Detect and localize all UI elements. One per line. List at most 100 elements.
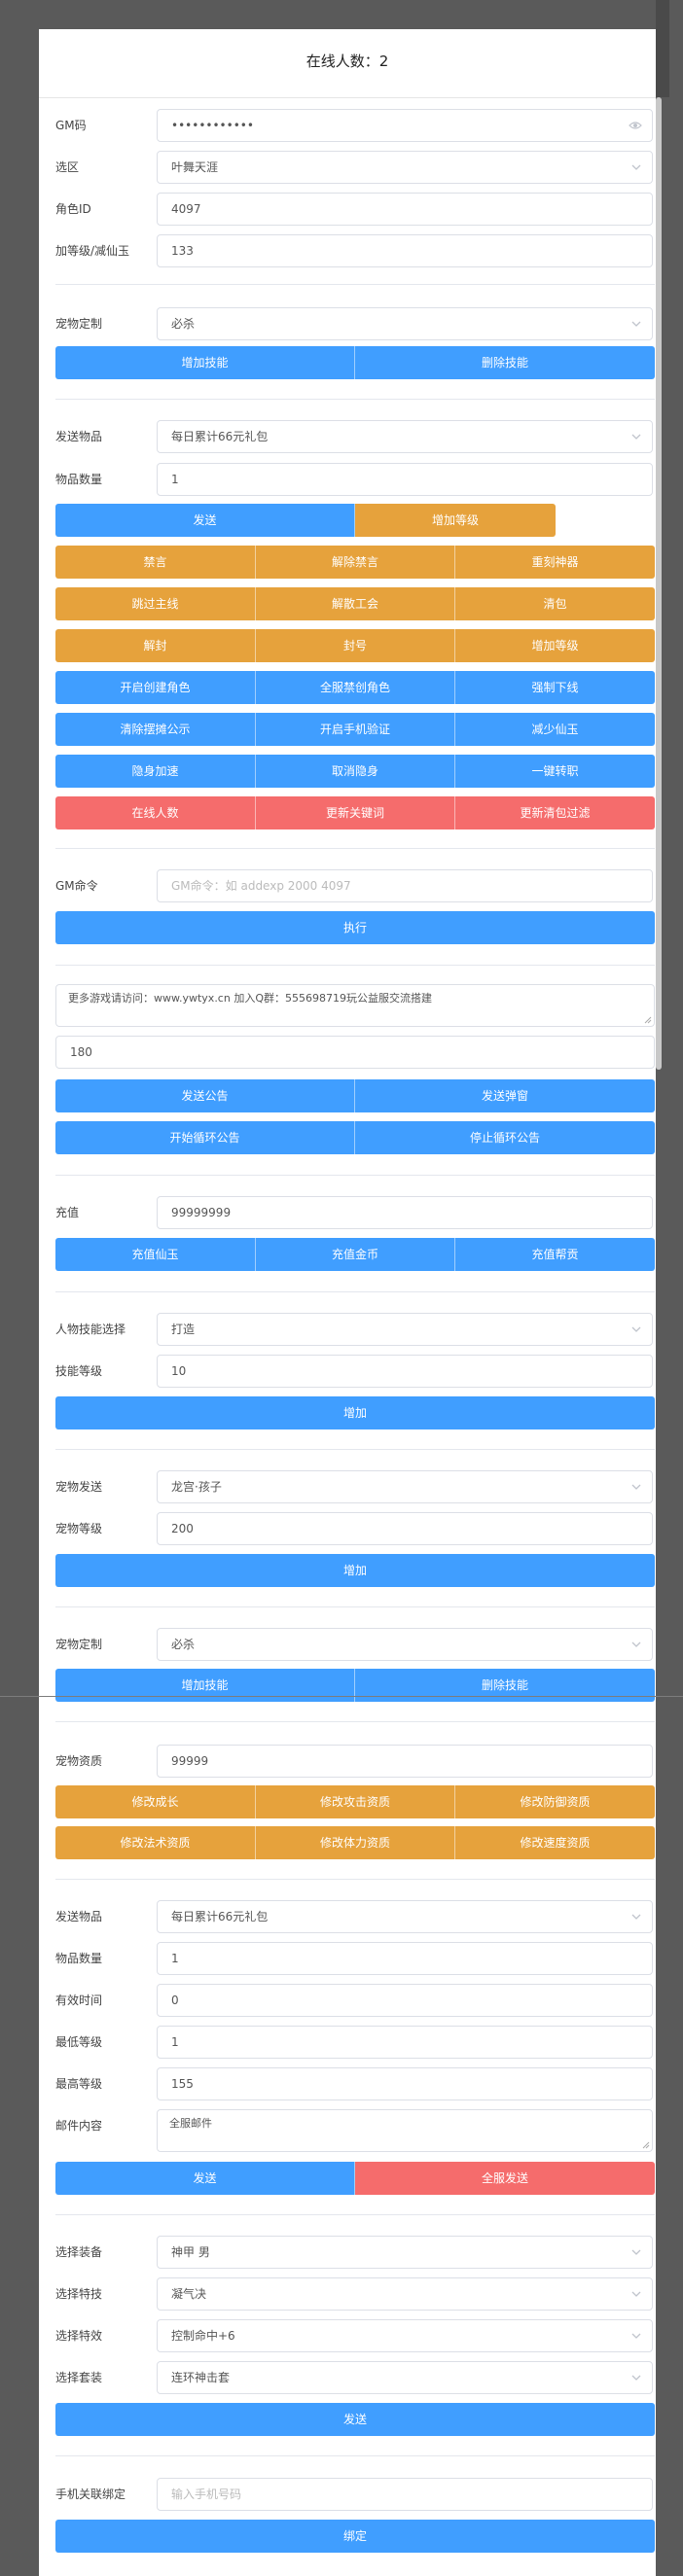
action-row-4: 开启创建角色 全服禁创角色 强制下线 [55, 671, 655, 704]
enable-phone-verify-button[interactable]: 开启手机验证 [256, 713, 455, 746]
mail-valid-input[interactable]: 0 [157, 1984, 653, 2017]
zone-select[interactable]: 叶舞天涯 [157, 151, 653, 184]
equip-set-label: 选择套装 [55, 2371, 103, 2384]
send-mail-button[interactable]: 发送 [55, 2162, 355, 2195]
section-divider [55, 1449, 655, 1450]
role-id-input[interactable]: 4097 [157, 193, 653, 226]
send-notice-button[interactable]: 发送公告 [55, 1079, 355, 1112]
mail-max-input[interactable]: 155 [157, 2067, 653, 2100]
send-item-select[interactable]: 每日累计66元礼包 [157, 420, 653, 453]
item-qty-input[interactable]: 1 [157, 463, 653, 496]
modify-attack-button[interactable]: 修改攻击资质 [256, 1785, 455, 1818]
action-row-3: 解封 封号 增加等级 [55, 629, 655, 662]
pet-send-row: 宠物发送 龙宫·孩子 [55, 1470, 655, 1503]
online-count-button[interactable]: 在线人数 [55, 796, 256, 829]
mail-item-select[interactable]: 每日累计66元礼包 [157, 1900, 653, 1933]
equip-select[interactable]: 神甲 男 [157, 2236, 653, 2269]
notice-interval-input[interactable]: 180 [55, 1036, 655, 1069]
recharge-buttons: 充值仙玉 充值金币 充值帮贡 [55, 1238, 655, 1271]
send-all-mail-button[interactable]: 全服发送 [355, 2162, 655, 2195]
reduce-jade-button[interactable]: 减少仙玉 [455, 713, 655, 746]
disable-create-role-button[interactable]: 全服禁创角色 [256, 671, 455, 704]
recharge-gold-button[interactable]: 充值金币 [256, 1238, 455, 1271]
resize-grip-icon[interactable] [642, 2141, 650, 2149]
stealth-speed-button[interactable]: 隐身加速 [55, 755, 256, 788]
pet-send-select[interactable]: 龙宫·孩子 [157, 1470, 653, 1503]
change-class-button[interactable]: 一键转职 [455, 755, 655, 788]
enable-create-role-button[interactable]: 开启创建角色 [55, 671, 256, 704]
mute-button[interactable]: 禁言 [55, 546, 256, 579]
clear-stall-notice-button[interactable]: 清除摆摊公示 [55, 713, 256, 746]
recharge-jade-button[interactable]: 充值仙玉 [55, 1238, 256, 1271]
skill-level-input[interactable]: 10 [157, 1355, 653, 1388]
force-offline-button[interactable]: 强制下线 [455, 671, 655, 704]
mail-content-textarea[interactable]: 全服邮件 [157, 2109, 653, 2152]
execute-button[interactable]: 执行 [55, 911, 655, 944]
mail-min-input[interactable]: 1 [157, 2026, 653, 2059]
ban-button[interactable]: 封号 [256, 629, 455, 662]
increase-level-button[interactable]: 增加等级 [455, 629, 655, 662]
equip-effect-row: 选择特效 控制命中+6 [55, 2319, 655, 2352]
update-keywords-button[interactable]: 更新关键词 [256, 796, 455, 829]
gm-command-input[interactable]: GM命令：如 addexp 2000 4097 [157, 869, 653, 902]
add-pet-skill-button[interactable]: 增加技能 [55, 346, 355, 379]
chevron-down-icon [631, 2249, 641, 2255]
chevron-down-icon [631, 1641, 641, 1647]
equip-effect-select[interactable]: 控制命中+6 [157, 2319, 653, 2352]
skill-level-row: 技能等级 10 [55, 1355, 655, 1388]
section-divider [55, 1879, 655, 1880]
chevron-down-icon [631, 2333, 641, 2339]
pet-level-input[interactable]: 200 [157, 1512, 653, 1545]
equip-set-select[interactable]: 连环神击套 [157, 2361, 653, 2394]
send-equip-button[interactable]: 发送 [55, 2403, 655, 2436]
pet-skill-select[interactable]: 必杀 [157, 307, 653, 340]
action-row-5: 清除摆摊公示 开启手机验证 减少仙玉 [55, 713, 655, 746]
pet-skill2-select[interactable]: 必杀 [157, 1628, 653, 1661]
modify-speed-button[interactable]: 修改速度资质 [455, 1826, 655, 1859]
cancel-stealth-button[interactable]: 取消隐身 [256, 755, 455, 788]
equip-skill-select[interactable]: 凝气决 [157, 2277, 653, 2311]
unmute-button[interactable]: 解除禁言 [256, 546, 455, 579]
char-skill-select[interactable]: 打造 [157, 1313, 653, 1346]
add-char-skill-button[interactable]: 增加 [55, 1396, 655, 1429]
send-item-label: 发送物品 [55, 430, 103, 443]
notice-buttons-1: 发送公告 发送弹窗 [55, 1079, 655, 1112]
section-divider [55, 1606, 655, 1607]
phone-input[interactable]: 输入手机号码 [157, 2478, 653, 2511]
modify-stamina-button[interactable]: 修改体力资质 [256, 1826, 455, 1859]
dissolve-guild-button[interactable]: 解散工会 [256, 587, 455, 620]
update-bag-filter-button[interactable]: 更新清包过滤 [455, 796, 655, 829]
pet-aptitude-input[interactable]: 99999 [157, 1745, 653, 1778]
mail-qty-input[interactable]: 1 [157, 1942, 653, 1975]
reforge-artifact-button[interactable]: 重刻神器 [455, 546, 655, 579]
skip-mainline-button[interactable]: 跳过主线 [55, 587, 256, 620]
scrollbar[interactable] [656, 97, 662, 1070]
level-input[interactable]: 133 [157, 234, 653, 267]
delete-pet-skill-button[interactable]: 删除技能 [355, 346, 655, 379]
unban-button[interactable]: 解封 [55, 629, 256, 662]
modify-magic-button[interactable]: 修改法术资质 [55, 1826, 256, 1859]
modify-defense-button[interactable]: 修改防御资质 [455, 1785, 655, 1818]
add-level-button[interactable]: 增加等级 [355, 504, 556, 537]
modify-growth-button[interactable]: 修改成长 [55, 1785, 256, 1818]
notice-textarea[interactable]: 更多游戏请访问：www.ywtyx.cn 加入Q群：555698719玩公益服交… [55, 984, 655, 1027]
pet-send-label: 宠物发送 [55, 1480, 103, 1494]
aptitude-buttons-2: 修改法术资质 修改体力资质 修改速度资质 [55, 1826, 655, 1859]
clear-bag-button[interactable]: 清包 [455, 587, 655, 620]
gm-code-row: GM码 •••••••••••• [55, 109, 655, 142]
eye-icon[interactable] [629, 121, 642, 130]
mail-min-row: 最低等级 1 [55, 2026, 655, 2059]
mail-max-label: 最高等级 [55, 2077, 103, 2091]
mail-qty-row: 物品数量 1 [55, 1942, 655, 1975]
recharge-guild-button[interactable]: 充值帮贡 [455, 1238, 655, 1271]
bind-phone-button[interactable]: 绑定 [55, 2520, 655, 2553]
send-item-button[interactable]: 发送 [55, 504, 355, 537]
recharge-input[interactable]: 99999999 [157, 1196, 653, 1229]
start-loop-notice-button[interactable]: 开始循环公告 [55, 1121, 355, 1154]
stop-loop-notice-button[interactable]: 停止循环公告 [355, 1121, 655, 1154]
mail-valid-label: 有效时间 [55, 1994, 103, 2007]
send-popup-button[interactable]: 发送弹窗 [355, 1079, 655, 1112]
resize-grip-icon[interactable] [644, 1016, 652, 1024]
gm-code-input[interactable]: •••••••••••• [157, 109, 653, 142]
add-pet-button[interactable]: 增加 [55, 1554, 655, 1587]
